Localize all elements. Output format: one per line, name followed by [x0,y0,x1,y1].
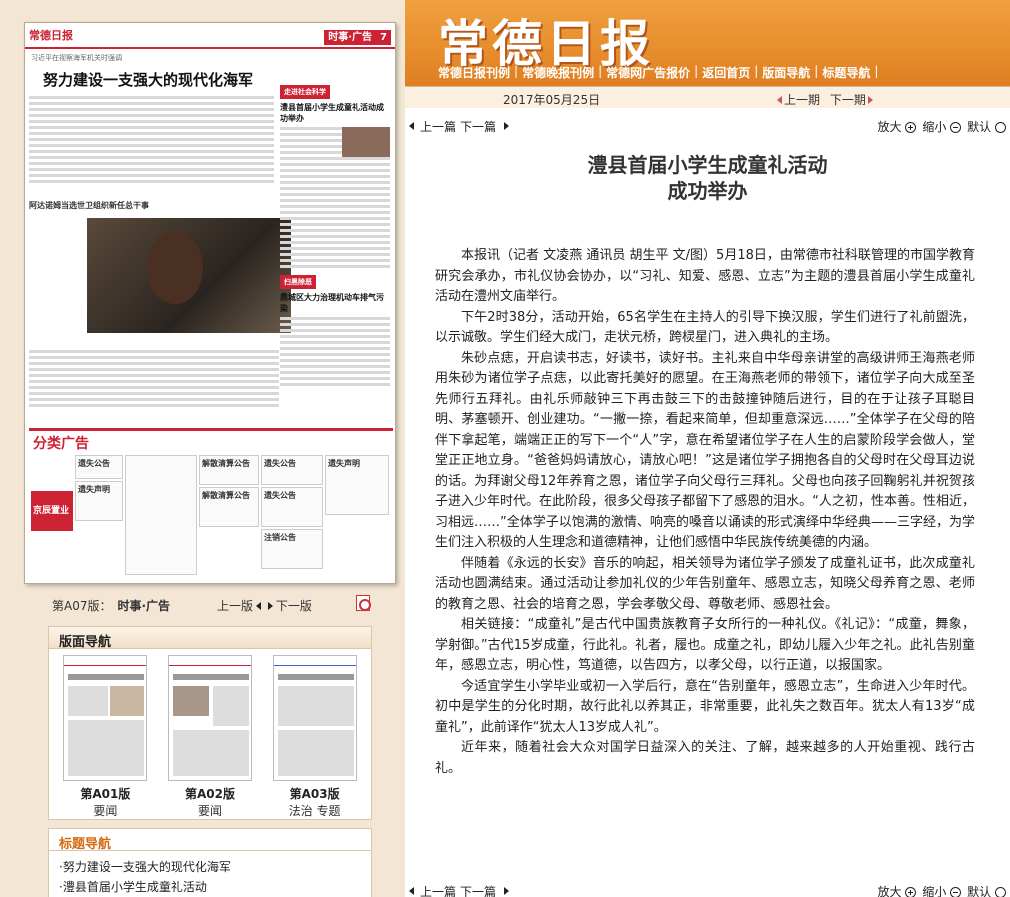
page-thumb-image[interactable] [63,655,148,781]
thumb-kicker: 习近平在视察海军机关时强调 [31,54,122,62]
thumb-side-tag: 走进社会科学 [280,85,330,99]
left-column: 常德日报 时事·广告 7 习近平在视察海军机关时强调 努力建设一支强大的现代化海军… [0,0,405,897]
article-body: 本报讯（记者 文凌燕 通讯员 胡生平 文/图）5月18日，由常德市社科联管理的市… [435,246,975,779]
zoom-out-icon [950,121,962,133]
zoom-out-button[interactable]: 缩小 [922,118,962,135]
thumb-side-title-2[interactable]: 鼎城区大力治理机动车排气污染 [280,292,390,314]
title-link[interactable]: ·努力建设一支强大的现代化海军 [59,857,361,877]
thumb-section-tag: 时事·广告 [324,29,377,45]
thumb-logo: 常德日报 [29,29,73,42]
nav-link-page-nav[interactable]: 版面导航 [762,64,810,81]
page-thumb-label[interactable]: 第A02版 [168,785,252,802]
page-section: 时事·广告 [117,599,171,613]
prev-page-link[interactable]: 上一版 [217,599,253,613]
thumb-side-tag-2: 扫黑除恶 [280,275,316,289]
next-arrow-icon [267,602,273,610]
article-paragraph: 今适宜学生小学毕业或初一入学后行，意在“告别童年，感恩立志”，生命进入少年时代。… [435,678,975,735]
thumb-photo-caption[interactable]: 阿达诺姆当选世卫组织新任总干事 [29,200,149,211]
prev-article-arrow-icon [409,887,414,895]
page-thumb-a03[interactable]: 第A03版 法治 专题 [272,655,357,819]
zoom-in-icon [905,121,917,133]
article-paragraph: 朱砂点痣，开启读书志，好读书，读好书。主礼来自中华母亲讲堂的高级讲师王海燕老师用… [435,350,975,551]
article-paragraph: 近年来，随着社会大众对国学日益深入的关注、了解，越来越多的人开始重视、践行古礼。 [435,740,975,776]
next-article-arrow-icon [504,122,510,130]
article-paragraph: 伴随着《永远的长安》音乐的响起，相关领导为诸位学子颁发了成童礼证书，此次成童礼活… [435,555,975,612]
newspaper-page-image[interactable]: 常德日报 时事·广告 7 习近平在视察海军机关时强调 努力建设一支强大的现代化海军… [24,22,396,584]
title-nav-title: 标题导航 [49,829,371,852]
prev-issue-arrow-icon [777,96,782,104]
issue-nav: 上一期 下一期 [777,91,873,108]
page-thumb-label[interactable]: 第A03版 [273,785,357,802]
nav-link-ad-prices[interactable]: 常德网广告报价 [606,64,690,81]
zoom-in-icon [905,886,917,897]
zoom-out-icon [950,886,962,897]
article-toolbar-bottom: 上一篇 下一篇 放大 缩小 默认 [405,880,1010,897]
prev-article-link[interactable]: 上一篇 [420,118,456,135]
page-thumb-image[interactable] [272,655,357,781]
zoom-out-button[interactable]: 缩小 [922,883,962,897]
title-nav-panel: 标题导航 ·努力建设一支强大的现代化海军 ·澧县首届小学生成童礼活动 [48,828,372,897]
page-thumb-image[interactable] [167,655,252,781]
article-paragraph: 本报讯（记者 文凌燕 通讯员 胡生平 文/图）5月18日，由常德市社科联管理的市… [435,248,975,304]
zoom-in-button[interactable]: 放大 [877,883,917,897]
article-title: 澧县首届小学生成童礼活动 成功举办 [587,153,828,203]
thumb-classified-ads: 分类广告 京辰置业 遗失公告 遗失声明 解散清算公告 遗失公告 遗失声明 解散清… [29,428,393,578]
page-number: 第A07版： [52,599,112,613]
article-paragraph: 相关链接：“成童礼”是古代中国贵族教育子女所行的一种礼仪。《礼记》：“成童，舞象… [435,617,975,673]
thumb-ad-title: 分类广告 [33,436,89,452]
page-thumb-a01[interactable]: 第A01版 要闻 [63,655,148,819]
top-nav: 常德日报刊例 | 常德晚报刊例 | 常德网广告报价 | 返回首页 | 版面导航 | 标题导… [438,64,879,81]
issue-date: 2017年05月25日 [503,93,601,107]
nav-link-changde-daily-rates[interactable]: 常德日报刊例 [438,64,510,81]
next-article-link[interactable]: 下一篇 [460,883,496,897]
thumb-page-num: 7 [376,29,391,45]
page-thumb-a02[interactable]: 第A02版 要闻 [167,655,252,819]
default-size-icon [995,121,1006,133]
thumb-text-block [29,96,274,183]
page-nav: 上一版 下一版 [217,597,312,614]
thumb-photo [87,218,291,333]
default-size-icon [995,886,1006,897]
default-size-button[interactable]: 默认 [967,883,1006,897]
nav-link-changde-evening-rates[interactable]: 常德晚报刊例 [522,64,594,81]
page-thumb-sub: 要闻 [197,804,222,818]
current-page-info: 第A07版： 时事·广告 [52,597,170,614]
page-thumb-sub: 法治 专题 [288,804,341,818]
zoom-in-button[interactable]: 放大 [877,118,917,135]
nav-link-home[interactable]: 返回首页 [702,64,750,81]
article-area: 上一篇 下一篇 放大 缩小 默认 澧县首届小学生成童礼活动 成功举办 本报讯（记… [405,108,1010,897]
date-bar: 2017年05月25日 上一期 下一期 [405,86,1010,108]
thumb-ad-red-block: 京辰置业 [31,491,73,531]
article-toolbar-top: 上一篇 下一篇 放大 缩小 默认 [405,115,1010,137]
page-nav-panel: 版面导航 第A01版 要闻 第A02版 要闻 第A03版 法治 专题 [48,626,372,820]
next-article-arrow-icon [504,887,510,895]
next-page-link[interactable]: 下一版 [276,599,312,613]
title-list: ·努力建设一支强大的现代化海军 ·澧县首届小学生成童礼活动 [49,851,371,897]
prev-article-arrow-icon [409,122,414,130]
prev-arrow-icon [256,602,262,610]
pdf-icon[interactable] [356,595,371,611]
next-article-link[interactable]: 下一篇 [460,118,496,135]
next-issue-arrow-icon [867,96,873,104]
thumb-header: 常德日报 时事·广告 7 [25,23,395,49]
nav-link-title-nav[interactable]: 标题导航 [822,64,870,81]
next-issue-link[interactable]: 下一期 [830,93,866,107]
prev-article-link[interactable]: 上一篇 [420,883,456,897]
default-size-button[interactable]: 默认 [967,118,1006,135]
prev-issue-link[interactable]: 上一期 [784,93,820,107]
thumb-side-title[interactable]: 澧县首届小学生成童礼活动成功举办 [280,102,390,124]
title-link[interactable]: ·澧县首届小学生成童礼活动 [59,877,361,897]
page-thumb-label[interactable]: 第A01版 [63,785,147,802]
thumb-text-block-2 [29,347,279,410]
page-thumb-sub: 要闻 [93,804,118,818]
page-nav-title: 版面导航 [49,627,371,650]
article-paragraph: 下午2时38分，活动开始，65名学生在主持人的引导下换汉服，学生们进行了礼前盥洗… [435,309,975,346]
thumb-side-column: 走进社会科学 澧县首届小学生成童礼活动成功举办 扫黑除恶 鼎城区大力治理机动车排… [280,83,390,389]
site-header: 常德日报 常德日报刊例 | 常德晚报刊例 | 常德网广告报价 | 返回首页 | 版面导航… [405,0,1010,108]
page-thumbs: 第A01版 要闻 第A02版 要闻 第A03版 法治 专题 [49,649,371,819]
